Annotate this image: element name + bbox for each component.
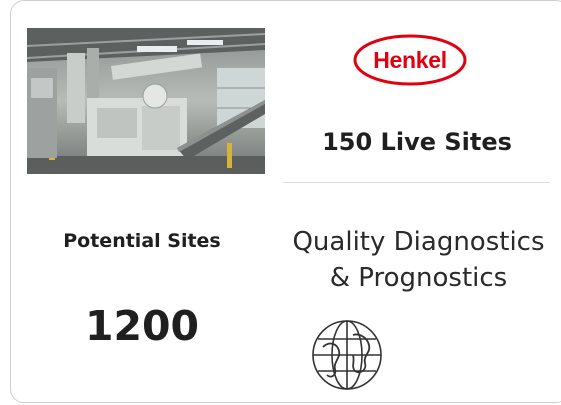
service-title-line2: & Prognostics bbox=[329, 263, 508, 293]
henkel-logo: Henkel bbox=[352, 33, 468, 87]
divider bbox=[283, 182, 550, 183]
service-title-line1: Quality Diagnostics bbox=[292, 227, 545, 257]
globe-icon bbox=[309, 317, 385, 393]
potential-sites-value: 1200 bbox=[84, 302, 200, 350]
service-title: Quality Diagnostics & Prognostics bbox=[276, 224, 561, 296]
henkel-logo-text: Henkel bbox=[373, 47, 447, 73]
potential-sites-label: Potential Sites bbox=[63, 230, 221, 252]
live-sites-count: 150 Live Sites bbox=[322, 128, 512, 156]
industrial-machinery-photo bbox=[27, 28, 265, 174]
